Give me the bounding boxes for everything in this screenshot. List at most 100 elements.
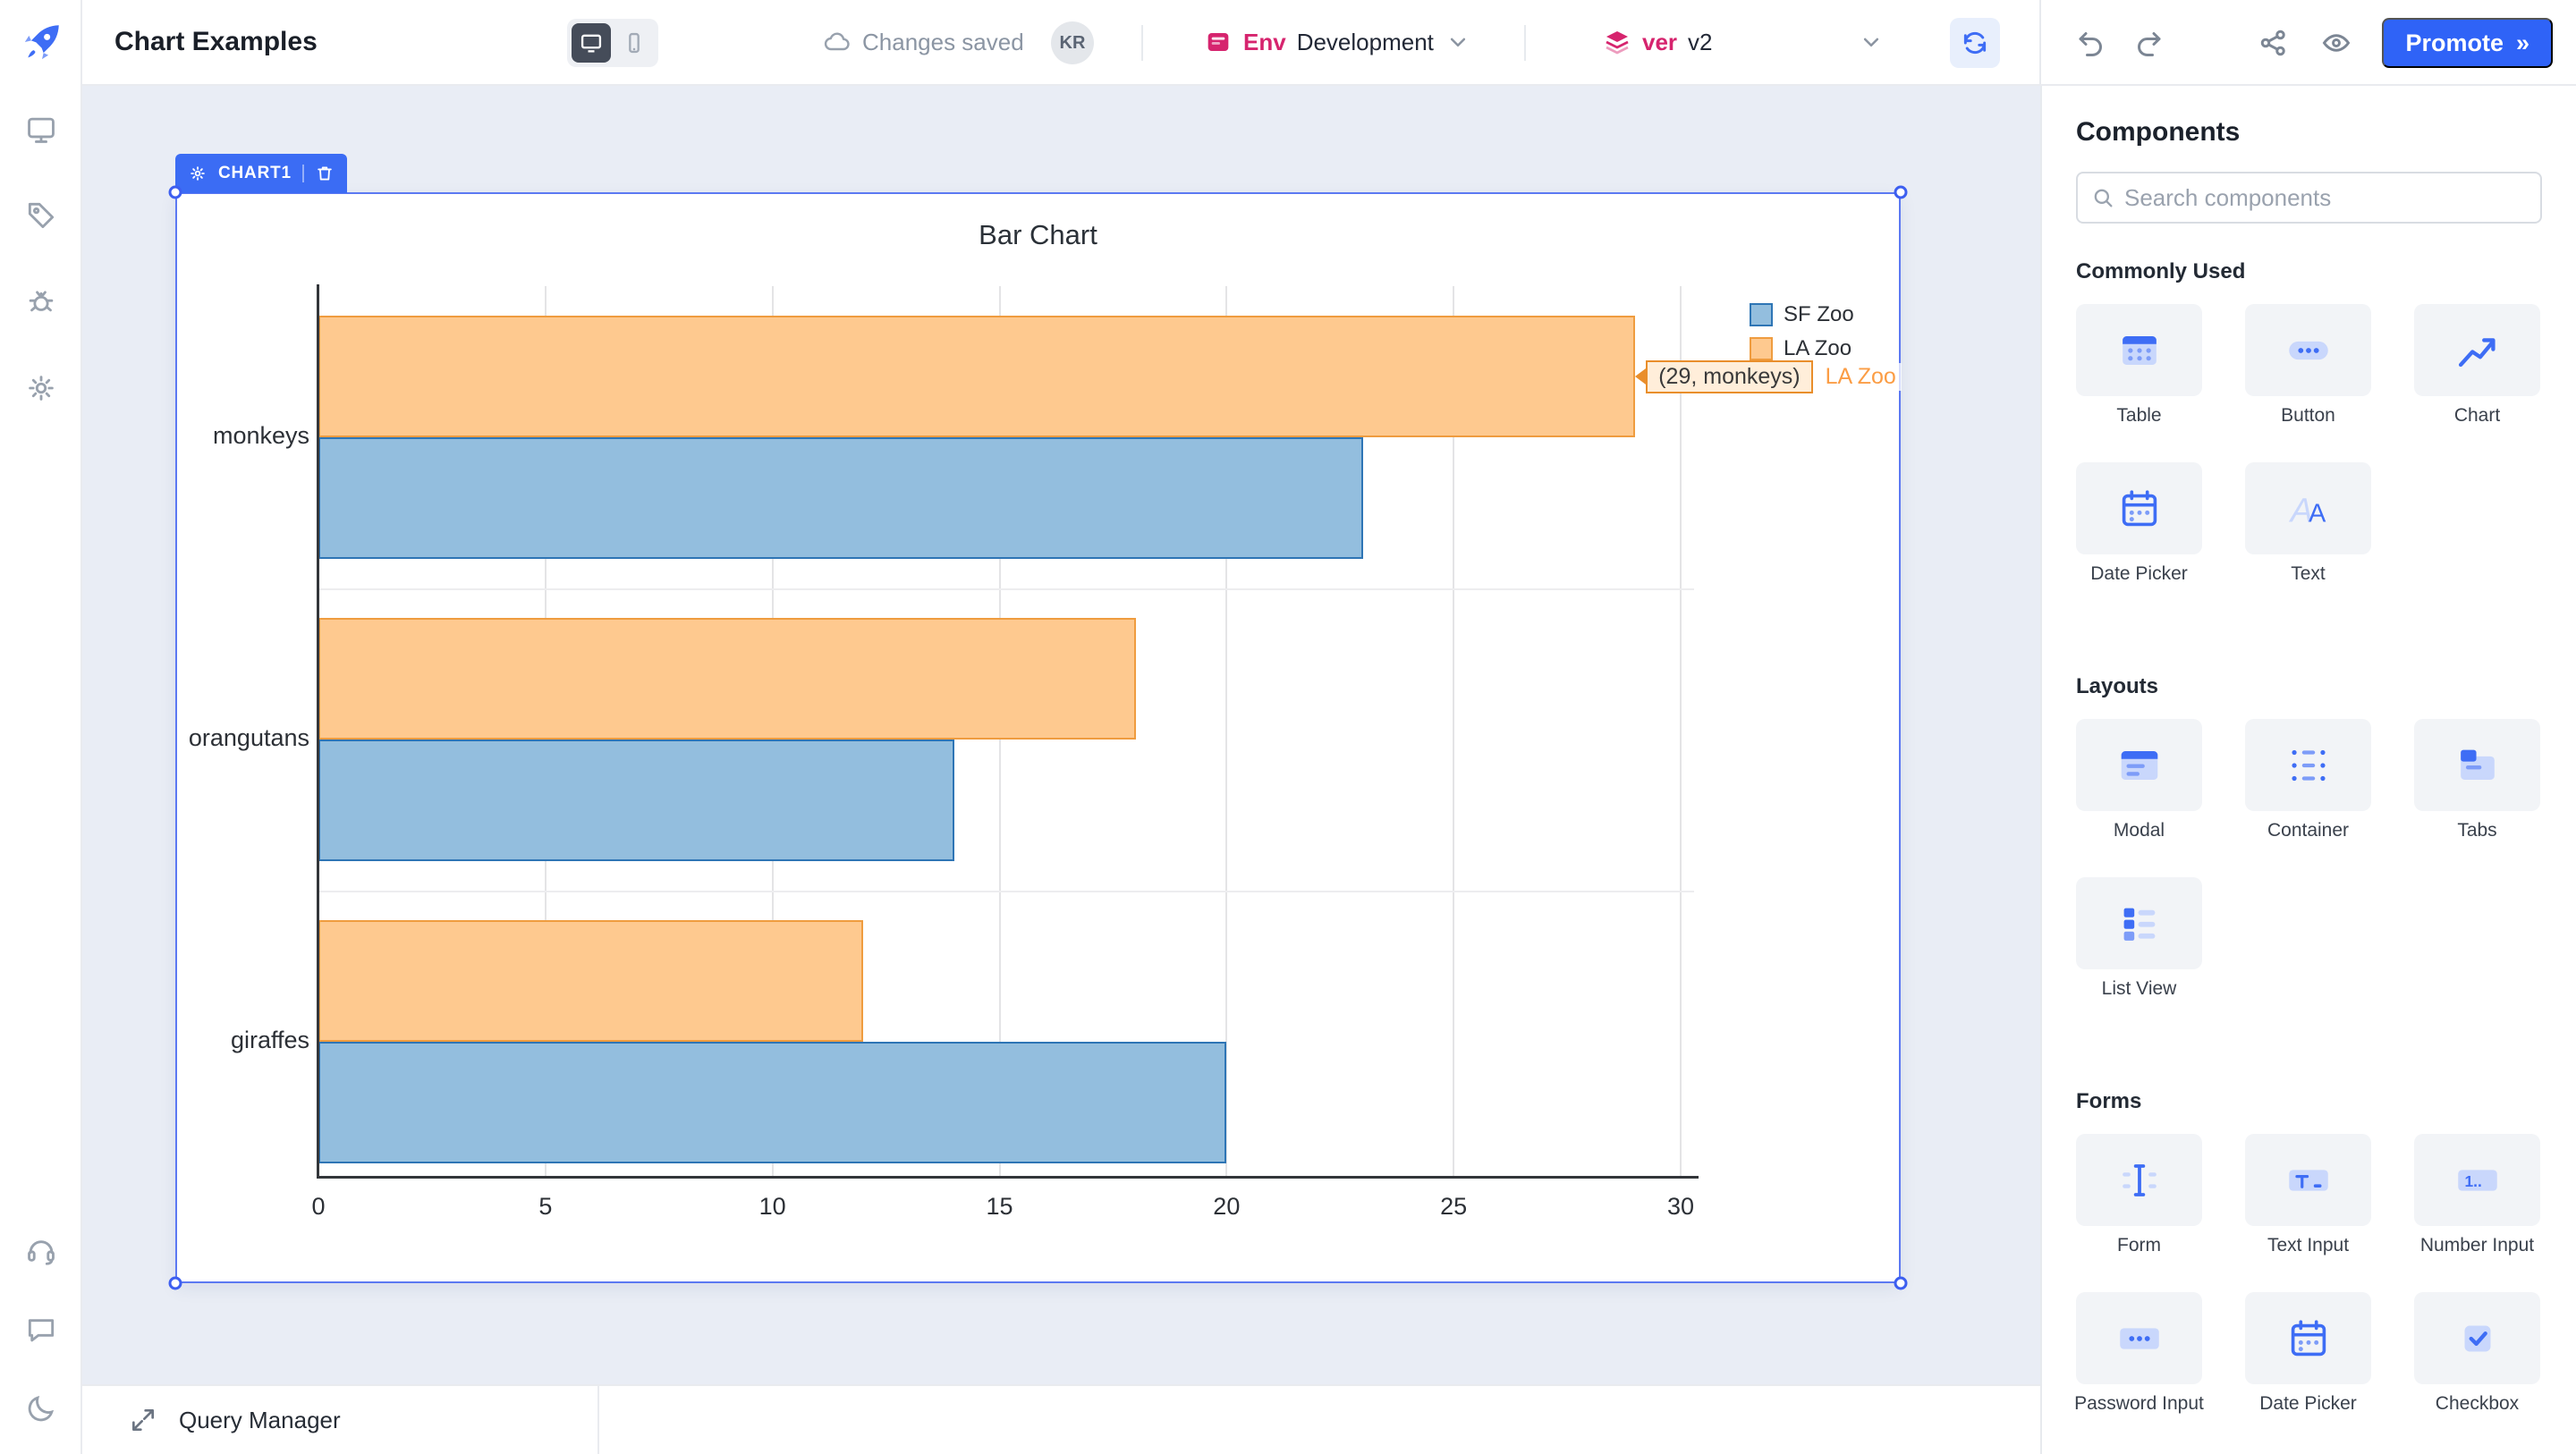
avatar[interactable]: KR — [1051, 21, 1094, 64]
desktop-toggle[interactable] — [572, 23, 611, 63]
version-dropdown[interactable]: ver v2 — [1603, 0, 1713, 84]
bar-sf-zoo-giraffes[interactable] — [318, 1042, 1226, 1163]
bar-la-zoo-monkeys[interactable] — [318, 316, 1635, 437]
component-grid: Table Button Chart Date Picker AA Text — [2076, 304, 2542, 585]
page-title: Chart Examples — [114, 0, 318, 84]
gear-icon[interactable] — [24, 371, 58, 405]
chart-widget[interactable]: Bar Chart (29, monkeys) LA Zoo 051015202… — [175, 192, 1901, 1283]
component-tile — [2245, 304, 2371, 396]
component-card-tabs[interactable]: Tabs — [2414, 719, 2540, 841]
bar-la-zoo-orangutans[interactable] — [318, 618, 1136, 740]
component-grid: Modal Container Tabs List View — [2076, 719, 2542, 1000]
search-input[interactable] — [2123, 183, 2528, 213]
monitor-icon — [579, 30, 604, 55]
component-card-checkbox[interactable]: Checkbox — [2414, 1292, 2540, 1415]
component-section: LayoutsModalContainerTabsList View — [2076, 674, 2542, 1000]
component-card-button[interactable]: Button — [2245, 304, 2371, 427]
component-label: Checkbox — [2436, 1393, 2519, 1415]
datepicker-icon — [2283, 1313, 2334, 1365]
app-window: Chart Examples Changes saved KR Env Deve… — [0, 0, 2576, 1454]
resize-handle-bottom-left[interactable] — [169, 1277, 182, 1290]
component-card-form[interactable]: Form — [2076, 1134, 2202, 1256]
component-card-password-input[interactable]: Password Input — [2076, 1292, 2202, 1415]
component-tile: 1.. — [2414, 1134, 2540, 1226]
mobile-toggle[interactable] — [614, 23, 654, 63]
tooltip-text: (29, monkeys) — [1646, 360, 1812, 393]
checkbox-icon — [2452, 1313, 2504, 1365]
legend-item-sf-zoo[interactable]: SF Zoo — [1750, 298, 1854, 332]
textinput-icon — [2283, 1154, 2334, 1206]
save-status: Changes saved — [823, 0, 1024, 84]
component-card-container[interactable]: Container — [2245, 719, 2371, 841]
save-status-text: Changes saved — [862, 29, 1024, 56]
component-label: Text — [2291, 563, 2326, 585]
screen-icon[interactable] — [24, 113, 58, 147]
form-icon — [2114, 1154, 2165, 1206]
numberinput-icon: 1.. — [2452, 1154, 2504, 1206]
svg-text:A: A — [2309, 499, 2326, 528]
tooltip-caret — [1635, 368, 1646, 385]
divider — [302, 165, 304, 182]
component-tile — [2076, 1134, 2202, 1226]
preview-eye-button[interactable] — [2320, 27, 2352, 59]
resize-handle-top-right[interactable] — [1894, 186, 1908, 199]
chat-icon[interactable] — [24, 1313, 58, 1347]
component-label: Form — [2117, 1235, 2161, 1256]
share-button[interactable] — [2258, 27, 2290, 59]
text-icon: AA — [2283, 483, 2334, 535]
component-label: Container — [2267, 820, 2349, 841]
promote-button[interactable]: Promote » — [2382, 18, 2553, 68]
svg-text:1..: 1.. — [2464, 1172, 2481, 1190]
x-tick-label: 15 — [960, 1193, 1040, 1221]
container-icon — [2283, 740, 2334, 791]
chevron-down-icon[interactable] — [1858, 29, 1885, 55]
divider — [1524, 25, 1526, 61]
resize-handle-top-left[interactable] — [169, 186, 182, 199]
divider — [1141, 25, 1143, 61]
component-card-chart[interactable]: Chart — [2414, 304, 2540, 427]
bar-sf-zoo-orangutans[interactable] — [318, 740, 954, 861]
delete-trash-icon[interactable] — [315, 164, 335, 183]
component-card-table[interactable]: Table — [2076, 304, 2202, 427]
component-card-text-input[interactable]: Text Input — [2245, 1134, 2371, 1256]
plot-area: (29, monkeys) LA Zoo 051015202530monkeys… — [318, 286, 1714, 1176]
component-tile — [2414, 1292, 2540, 1384]
redo-button[interactable] — [2132, 27, 2165, 59]
component-card-text[interactable]: AA Text — [2245, 462, 2371, 585]
resize-handle-bottom-right[interactable] — [1894, 1277, 1908, 1290]
refresh-button[interactable] — [1950, 18, 2000, 68]
env-value: Development — [1297, 29, 1434, 56]
component-tile — [2245, 1292, 2371, 1384]
legend-label: SF Zoo — [1784, 302, 1854, 327]
device-preview-toggle — [567, 19, 658, 67]
component-card-date-picker[interactable]: Date Picker — [2076, 462, 2202, 585]
datepicker-icon — [2114, 483, 2165, 535]
bug-icon[interactable] — [24, 284, 58, 318]
environment-dropdown[interactable]: Env Development — [1204, 0, 1471, 84]
x-axis-line — [317, 1176, 1699, 1179]
environment-icon — [1204, 28, 1233, 56]
app-logo-rocket-icon[interactable] — [20, 20, 64, 64]
x-tick-label: 25 — [1413, 1193, 1494, 1221]
dark-mode-moon-icon[interactable] — [24, 1391, 58, 1425]
support-headset-icon[interactable] — [24, 1234, 58, 1268]
editor-canvas[interactable]: CHART1 Bar Chart (29, monkeys) LA Zoo 05… — [82, 86, 2040, 1384]
x-tick-label: 0 — [278, 1193, 359, 1221]
passwordinput-icon — [2114, 1313, 2165, 1365]
undo-button[interactable] — [2075, 27, 2107, 59]
component-name: CHART1 — [218, 164, 292, 183]
component-label: Modal — [2114, 820, 2165, 841]
component-card-list-view[interactable]: List View — [2076, 877, 2202, 1000]
component-settings-gear-icon[interactable] — [188, 164, 208, 183]
tag-icon[interactable] — [24, 199, 58, 232]
bar-sf-zoo-monkeys[interactable] — [318, 437, 1363, 559]
gridline — [318, 588, 1694, 590]
component-card-modal[interactable]: Modal — [2076, 719, 2202, 841]
query-manager-toggle[interactable]: Query Manager — [82, 1386, 599, 1454]
env-label: Env — [1243, 29, 1286, 56]
component-tile — [2414, 719, 2540, 811]
component-card-number-input[interactable]: 1..Number Input — [2414, 1134, 2540, 1256]
bar-la-zoo-giraffes[interactable] — [318, 920, 863, 1042]
component-card-date-picker[interactable]: Date Picker — [2245, 1292, 2371, 1415]
component-tile — [2076, 462, 2202, 554]
